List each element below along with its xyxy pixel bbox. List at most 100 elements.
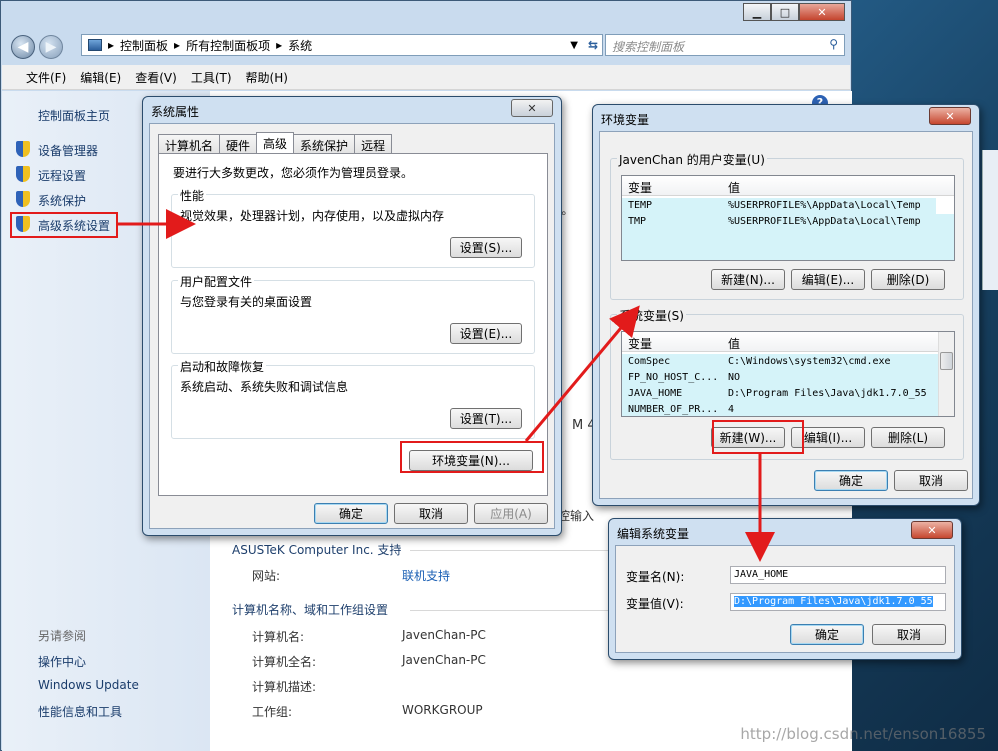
list-item[interactable]: NUMBER_OF_PR... 4 [622,402,938,416]
apply-button[interactable]: 应用(A) [474,503,548,524]
menu-view[interactable]: 查看(V) [135,69,177,86]
list-header: 变量 值 [622,332,954,352]
tab-hardware[interactable]: 硬件 [219,134,258,154]
cancel-button[interactable]: 取消 [872,624,946,645]
tab-system-protection[interactable]: 系统保护 [293,134,356,154]
address-dropdown-icon[interactable]: ▼ [570,40,578,51]
computer-description-label: 计算机描述: [252,680,317,694]
variable-name-label: 变量名(N): [626,570,685,584]
breadcrumb-item[interactable]: 控制面板 [120,37,168,54]
variable-name-value: JAVA_HOME [734,569,789,580]
breadcrumb-separator-icon: ▸ [174,38,181,52]
variable-name: JAVA_HOME [628,388,683,399]
ok-button[interactable]: 确定 [790,624,864,645]
group-title: 启动和故障恢复 [178,358,267,375]
cancel-button[interactable]: 取消 [894,470,968,491]
remote-settings-link[interactable]: 远程设置 [38,167,86,184]
menu-tools[interactable]: 工具(T) [191,69,232,86]
performance-info-link[interactable]: 性能信息和工具 [38,703,122,720]
windows-update-link[interactable]: Windows Update [38,678,139,692]
dialog-title: 环境变量 [601,113,650,127]
close-button[interactable]: ✕ [911,521,953,539]
column-header-variable[interactable]: 变量 [628,335,652,352]
forward-button[interactable]: ▶ [39,35,63,59]
website-label: 网站: [252,569,281,583]
list-header: 变量 值 [622,176,954,196]
startup-recovery-group: 启动和故障恢复 系统启动、系统失败和调试信息 设置(T)... [171,358,535,439]
close-button[interactable]: ✕ [799,3,845,21]
control-panel-icon [88,39,102,51]
search-input[interactable]: 搜索控制面板 ⚲ [605,34,845,56]
breadcrumb-item[interactable]: 所有控制面板项 [186,37,270,54]
highlight-system-new-button [712,420,804,454]
list-item[interactable]: TMP %USERPROFILE%\AppData\Local\Temp [622,214,954,230]
list-item[interactable]: FP_NO_HOST_C... NO [622,370,938,386]
system-delete-button[interactable]: 删除(L) [871,427,945,448]
scrollbar[interactable] [938,332,954,416]
address-bar[interactable]: ▸ 控制面板 ▸ 所有控制面板项 ▸ 系统 ▼ ⇆ [81,34,603,56]
ok-button[interactable]: 确定 [314,503,388,524]
cancel-button[interactable]: 取消 [394,503,468,524]
variable-name: TMP [628,216,647,227]
user-variables-group: JavenChan 的用户变量(U) 变量 值 TEMP %USERPROFIL… [610,151,964,300]
menu-bar: 文件(F) 编辑(E) 查看(V) 工具(T) 帮助(H) [2,65,850,90]
menu-help[interactable]: 帮助(H) [246,69,288,86]
menu-file[interactable]: 文件(F) [26,69,66,86]
system-protection-link[interactable]: 系统保护 [38,192,86,209]
user-new-button[interactable]: 新建(N)... [711,269,785,290]
shield-icon [16,166,30,182]
variable-value-label: 变量值(V): [626,597,684,611]
group-description: 与您登录有关的桌面设置 [180,295,313,309]
variable-name: ComSpec [628,356,671,367]
user-delete-button[interactable]: 删除(D) [871,269,945,290]
device-manager-link[interactable]: 设备管理器 [38,142,98,159]
column-header-variable[interactable]: 变量 [628,179,652,196]
dialog-body: 变量名(N): JAVA_HOME 变量值(V): D:\Program Fil… [615,545,955,653]
group-title: 系统变量(S) [617,307,686,324]
variable-value: NO [728,372,741,383]
tab-computer-name[interactable]: 计算机名 [158,134,221,154]
tab-remote[interactable]: 远程 [354,134,393,154]
see-also-heading: 另请参阅 [38,629,87,643]
list-item[interactable]: JAVA_HOME D:\Program Files\Java\jdk1.7.0… [622,386,938,402]
variable-value-field[interactable]: D:\Program Files\Java\jdk1.7.0_55 [730,593,946,611]
action-center-link[interactable]: 操作中心 [38,653,86,670]
variable-name-field[interactable]: JAVA_HOME [730,566,946,584]
highlight-advanced-settings [10,212,118,238]
user-profiles-settings-button[interactable]: 设置(E)... [450,323,522,344]
ok-button[interactable]: 确定 [814,470,888,491]
variable-name: NUMBER_OF_PR... [628,404,719,415]
computer-name-label: 计算机名: [252,630,305,644]
minimize-button[interactable]: ▁ [743,3,771,21]
scroll-thumb[interactable] [940,352,953,370]
list-item[interactable]: TEMP %USERPROFILE%\AppData\Local\Temp [622,198,936,214]
shield-icon [16,141,30,157]
variable-value: %USERPROFILE%\AppData\Local\Temp [728,216,921,227]
variable-value: D:\Program Files\Java\jdk1.7.0_55 [728,388,927,399]
list-item[interactable]: ComSpec C:\Windows\system32\cmd.exe [622,354,938,370]
tab-bar: 计算机名 硬件 高级 系统保护 远程 [158,132,393,154]
admin-note: 要进行大多数更改，您必须作为管理员登录。 [173,166,414,180]
group-title: 用户配置文件 [178,273,255,290]
system-variables-list[interactable]: 变量 值 ComSpec C:\Windows\system32\cmd.exe… [621,331,955,417]
variable-name: FP_NO_HOST_C... [628,372,719,383]
tab-advanced[interactable]: 高级 [256,132,295,154]
back-button[interactable]: ◀ [11,35,35,59]
menu-edit[interactable]: 编辑(E) [80,69,121,86]
user-edit-button[interactable]: 编辑(E)... [791,269,865,290]
online-support-link[interactable]: 联机支持 [402,567,450,584]
user-variables-list[interactable]: 变量 值 TEMP %USERPROFILE%\AppData\Local\Te… [621,175,955,261]
list-item [622,230,954,260]
maximize-button[interactable]: □ [771,3,799,21]
close-button[interactable]: ✕ [511,99,553,117]
variable-value: 4 [728,404,735,415]
startup-recovery-settings-button[interactable]: 设置(T)... [450,408,522,429]
computer-fullname-value: JavenChan-PC [402,653,486,667]
column-header-value[interactable]: 值 [728,335,740,352]
column-header-value[interactable]: 值 [728,179,740,196]
refresh-icon[interactable]: ⇆ [588,38,598,52]
performance-settings-button[interactable]: 设置(S)... [450,237,522,258]
control-panel-home-link[interactable]: 控制面板主页 [38,107,110,124]
breadcrumb-item[interactable]: 系统 [288,37,312,54]
close-button[interactable]: ✕ [929,107,971,125]
